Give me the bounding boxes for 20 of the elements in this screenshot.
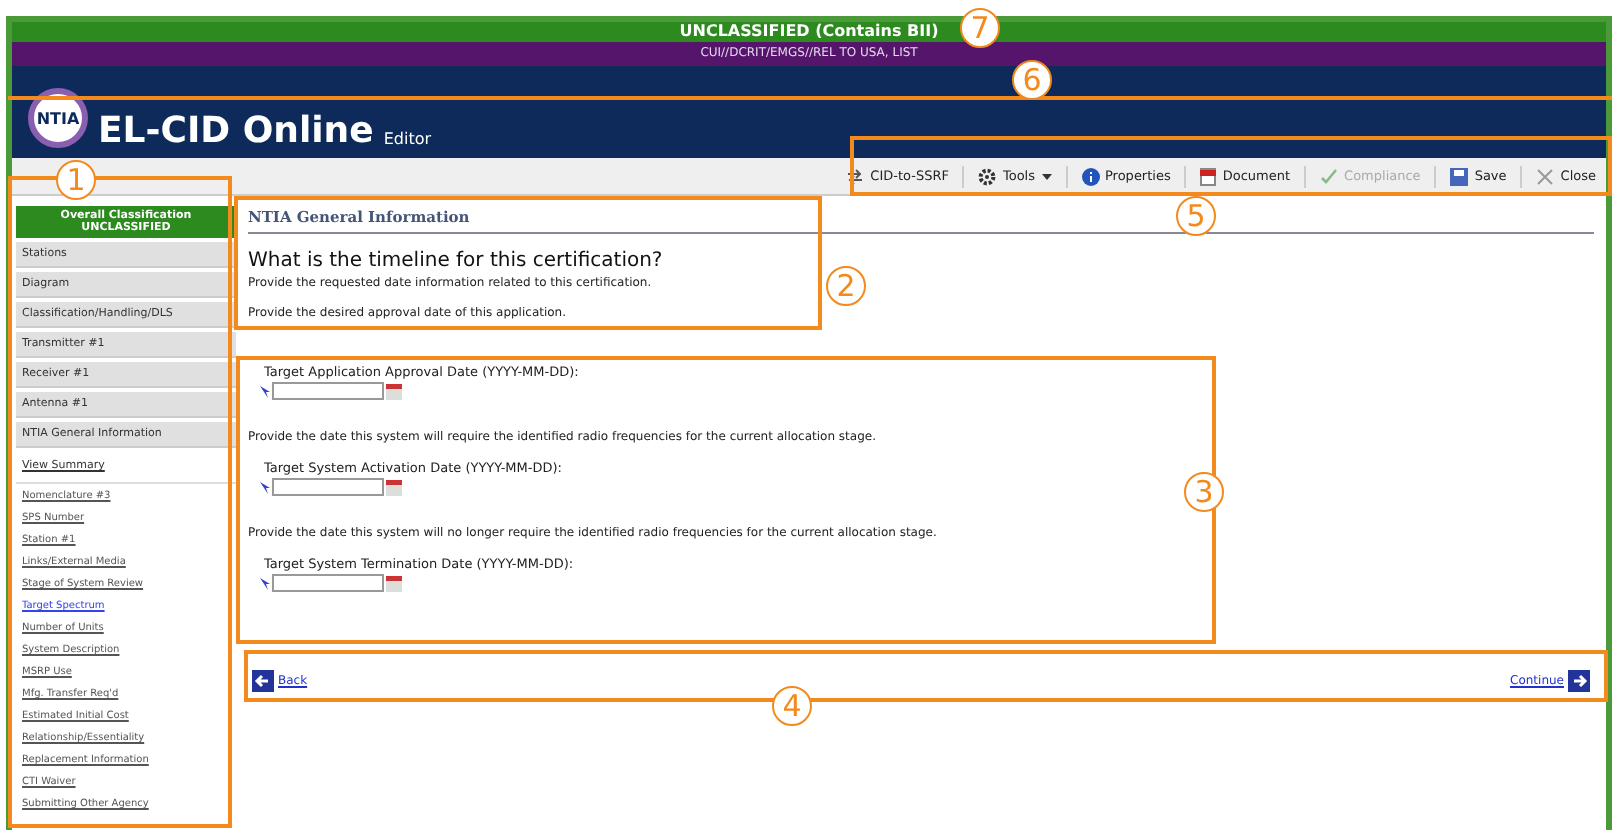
close-icon [1536, 167, 1555, 185]
gear-icon [978, 167, 997, 185]
question-heading: What is the timeline for this certification? [248, 250, 665, 272]
save-icon [1450, 167, 1469, 185]
info-icon [1081, 167, 1099, 185]
convert-icon [846, 167, 865, 185]
calendar-icon[interactable] [386, 383, 402, 399]
calendar-icon[interactable] [386, 479, 402, 495]
forward-arrow-icon [1568, 670, 1590, 692]
date-field[interactable] [272, 382, 384, 400]
back-arrow-icon [252, 670, 274, 692]
check-icon [1320, 167, 1339, 185]
date-field[interactable] [272, 574, 384, 592]
ntia-logo: NTIA [28, 88, 88, 148]
app-subtitle: Editor [383, 128, 432, 152]
calendar-icon[interactable] [386, 575, 402, 591]
date-field[interactable] [272, 478, 384, 496]
callout-number: 7 [960, 8, 1000, 48]
app-title: EL-CID Online [98, 112, 374, 152]
document-icon [1200, 167, 1217, 185]
